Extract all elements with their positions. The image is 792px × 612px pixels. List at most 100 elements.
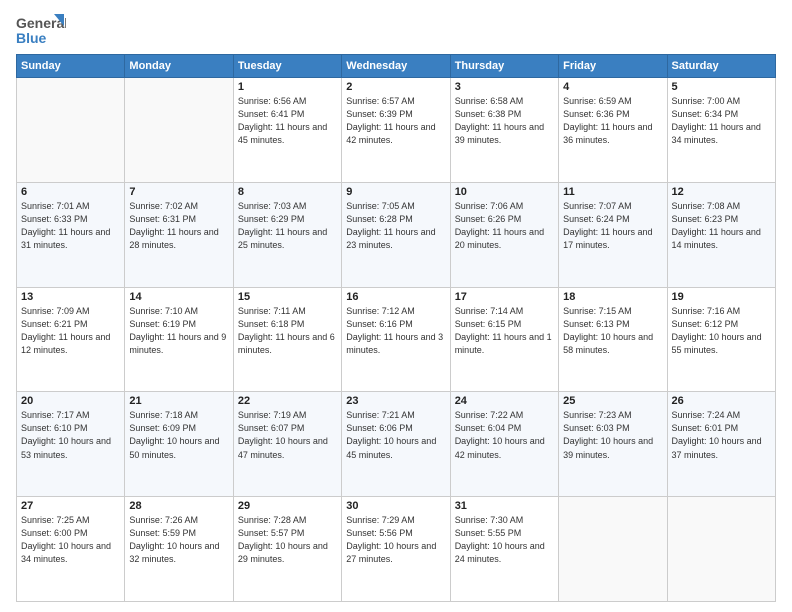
calendar-cell: 5 Sunrise: 7:00 AM Sunset: 6:34 PM Daylig… <box>667 78 775 183</box>
calendar-cell: 31 Sunrise: 7:30 AM Sunset: 5:55 PM Dayli… <box>450 497 558 602</box>
day-number: 5 <box>672 81 771 93</box>
day-number: 22 <box>238 395 337 407</box>
day-info: Sunrise: 7:08 AM Sunset: 6:23 PM Dayligh… <box>672 200 771 252</box>
day-number: 16 <box>346 291 445 303</box>
calendar-cell: 7Sunrise: 7:02 AM Sunset: 6:31 PM Daylig… <box>125 182 233 287</box>
calendar-week-4: 20 Sunrise: 7:17 AM Sunset: 6:10 PM Dayli… <box>17 392 776 497</box>
page: GeneralBlue SundayMondayTuesdayWednesday… <box>0 0 792 612</box>
day-info: Sunrise: 7:05 AM Sunset: 6:28 PM Dayligh… <box>346 200 445 252</box>
day-number: 28 <box>129 500 228 512</box>
day-number: 12 <box>672 186 771 198</box>
day-info: Sunrise: 7:24 AM Sunset: 6:01 PM Dayligh… <box>672 409 771 461</box>
calendar-cell: 24 Sunrise: 7:22 AM Sunset: 6:04 PM Dayli… <box>450 392 558 497</box>
calendar-week-5: 27 Sunrise: 7:25 AM Sunset: 6:00 PM Dayli… <box>17 497 776 602</box>
day-info: Sunrise: 6:59 AM Sunset: 6:36 PM Dayligh… <box>563 95 662 147</box>
calendar-cell: 13 Sunrise: 7:09 AM Sunset: 6:21 PM Dayli… <box>17 287 125 392</box>
day-info: Sunrise: 7:21 AM Sunset: 6:06 PM Dayligh… <box>346 409 445 461</box>
day-info: Sunrise: 7:07 AM Sunset: 6:24 PM Dayligh… <box>563 200 662 252</box>
day-info: Sunrise: 7:26 AM Sunset: 5:59 PM Dayligh… <box>129 514 228 566</box>
day-number: 20 <box>21 395 120 407</box>
calendar-header-tuesday: Tuesday <box>233 55 341 78</box>
calendar-cell: 1 Sunrise: 6:56 AM Sunset: 6:41 PM Daylig… <box>233 78 341 183</box>
day-info: Sunrise: 7:00 AM Sunset: 6:34 PM Dayligh… <box>672 95 771 147</box>
calendar-header-thursday: Thursday <box>450 55 558 78</box>
logo-svg: GeneralBlue <box>16 12 66 48</box>
day-number: 11 <box>563 186 662 198</box>
day-number: 23 <box>346 395 445 407</box>
day-number: 8 <box>238 186 337 198</box>
calendar-header-monday: Monday <box>125 55 233 78</box>
calendar-week-1: 1 Sunrise: 6:56 AM Sunset: 6:41 PM Daylig… <box>17 78 776 183</box>
day-info: Sunrise: 7:19 AM Sunset: 6:07 PM Dayligh… <box>238 409 337 461</box>
header: GeneralBlue <box>16 12 776 48</box>
calendar-week-3: 13 Sunrise: 7:09 AM Sunset: 6:21 PM Dayli… <box>17 287 776 392</box>
calendar-cell: 11 Sunrise: 7:07 AM Sunset: 6:24 PM Dayli… <box>559 182 667 287</box>
calendar-cell: 25Sunrise: 7:23 AM Sunset: 6:03 PM Dayli… <box>559 392 667 497</box>
day-number: 1 <box>238 81 337 93</box>
calendar-cell <box>125 78 233 183</box>
day-info: Sunrise: 7:28 AM Sunset: 5:57 PM Dayligh… <box>238 514 337 566</box>
day-number: 27 <box>21 500 120 512</box>
calendar-cell: 22 Sunrise: 7:19 AM Sunset: 6:07 PM Dayli… <box>233 392 341 497</box>
day-info: Sunrise: 7:14 AM Sunset: 6:15 PM Dayligh… <box>455 305 554 357</box>
calendar-cell <box>17 78 125 183</box>
day-info: Sunrise: 7:06 AM Sunset: 6:26 PM Dayligh… <box>455 200 554 252</box>
calendar-table: SundayMondayTuesdayWednesdayThursdayFrid… <box>16 54 776 602</box>
calendar-cell: 20 Sunrise: 7:17 AM Sunset: 6:10 PM Dayli… <box>17 392 125 497</box>
calendar-cell: 17 Sunrise: 7:14 AM Sunset: 6:15 PM Dayli… <box>450 287 558 392</box>
calendar-cell: 28 Sunrise: 7:26 AM Sunset: 5:59 PM Dayli… <box>125 497 233 602</box>
calendar-cell: 18Sunrise: 7:15 AM Sunset: 6:13 PM Dayli… <box>559 287 667 392</box>
day-info: Sunrise: 6:56 AM Sunset: 6:41 PM Dayligh… <box>238 95 337 147</box>
day-number: 14 <box>129 291 228 303</box>
calendar-cell: 23 Sunrise: 7:21 AM Sunset: 6:06 PM Dayli… <box>342 392 450 497</box>
calendar-cell: 29 Sunrise: 7:28 AM Sunset: 5:57 PM Dayli… <box>233 497 341 602</box>
day-info: Sunrise: 7:02 AM Sunset: 6:31 PM Dayligh… <box>129 200 228 252</box>
calendar-header-friday: Friday <box>559 55 667 78</box>
calendar-cell: 27 Sunrise: 7:25 AM Sunset: 6:00 PM Dayli… <box>17 497 125 602</box>
day-info: Sunrise: 7:17 AM Sunset: 6:10 PM Dayligh… <box>21 409 120 461</box>
day-number: 17 <box>455 291 554 303</box>
day-info: Sunrise: 7:10 AM Sunset: 6:19 PM Dayligh… <box>129 305 228 357</box>
day-number: 18 <box>563 291 662 303</box>
day-info: Sunrise: 7:01 AM Sunset: 6:33 PM Dayligh… <box>21 200 120 252</box>
day-info: Sunrise: 6:58 AM Sunset: 6:38 PM Dayligh… <box>455 95 554 147</box>
calendar-cell: 16 Sunrise: 7:12 AM Sunset: 6:16 PM Dayli… <box>342 287 450 392</box>
calendar-cell: 15 Sunrise: 7:11 AM Sunset: 6:18 PM Dayli… <box>233 287 341 392</box>
calendar-cell: 26Sunrise: 7:24 AM Sunset: 6:01 PM Dayli… <box>667 392 775 497</box>
day-number: 2 <box>346 81 445 93</box>
calendar-week-2: 6 Sunrise: 7:01 AM Sunset: 6:33 PM Daylig… <box>17 182 776 287</box>
day-number: 15 <box>238 291 337 303</box>
calendar-cell: 2Sunrise: 6:57 AM Sunset: 6:39 PM Daylig… <box>342 78 450 183</box>
calendar-cell: 9Sunrise: 7:05 AM Sunset: 6:28 PM Daylig… <box>342 182 450 287</box>
day-number: 21 <box>129 395 228 407</box>
day-info: Sunrise: 7:25 AM Sunset: 6:00 PM Dayligh… <box>21 514 120 566</box>
day-info: Sunrise: 7:18 AM Sunset: 6:09 PM Dayligh… <box>129 409 228 461</box>
calendar-cell: 10 Sunrise: 7:06 AM Sunset: 6:26 PM Dayli… <box>450 182 558 287</box>
day-info: Sunrise: 7:03 AM Sunset: 6:29 PM Dayligh… <box>238 200 337 252</box>
day-number: 13 <box>21 291 120 303</box>
day-info: Sunrise: 7:12 AM Sunset: 6:16 PM Dayligh… <box>346 305 445 357</box>
calendar-header-row: SundayMondayTuesdayWednesdayThursdayFrid… <box>17 55 776 78</box>
calendar-cell: 14 Sunrise: 7:10 AM Sunset: 6:19 PM Dayli… <box>125 287 233 392</box>
calendar-cell: 19Sunrise: 7:16 AM Sunset: 6:12 PM Dayli… <box>667 287 775 392</box>
day-info: Sunrise: 7:22 AM Sunset: 6:04 PM Dayligh… <box>455 409 554 461</box>
day-info: Sunrise: 7:30 AM Sunset: 5:55 PM Dayligh… <box>455 514 554 566</box>
day-number: 31 <box>455 500 554 512</box>
calendar-header-wednesday: Wednesday <box>342 55 450 78</box>
day-number: 10 <box>455 186 554 198</box>
svg-text:Blue: Blue <box>16 30 47 46</box>
day-info: Sunrise: 7:16 AM Sunset: 6:12 PM Dayligh… <box>672 305 771 357</box>
calendar-cell: 21 Sunrise: 7:18 AM Sunset: 6:09 PM Dayli… <box>125 392 233 497</box>
day-number: 4 <box>563 81 662 93</box>
day-info: Sunrise: 7:29 AM Sunset: 5:56 PM Dayligh… <box>346 514 445 566</box>
day-number: 6 <box>21 186 120 198</box>
calendar-cell: 8 Sunrise: 7:03 AM Sunset: 6:29 PM Daylig… <box>233 182 341 287</box>
day-number: 24 <box>455 395 554 407</box>
calendar-cell <box>667 497 775 602</box>
calendar-cell: 30Sunrise: 7:29 AM Sunset: 5:56 PM Dayli… <box>342 497 450 602</box>
day-info: Sunrise: 7:11 AM Sunset: 6:18 PM Dayligh… <box>238 305 337 357</box>
day-number: 29 <box>238 500 337 512</box>
day-info: Sunrise: 7:09 AM Sunset: 6:21 PM Dayligh… <box>21 305 120 357</box>
day-info: Sunrise: 7:23 AM Sunset: 6:03 PM Dayligh… <box>563 409 662 461</box>
calendar-cell: 4 Sunrise: 6:59 AM Sunset: 6:36 PM Daylig… <box>559 78 667 183</box>
